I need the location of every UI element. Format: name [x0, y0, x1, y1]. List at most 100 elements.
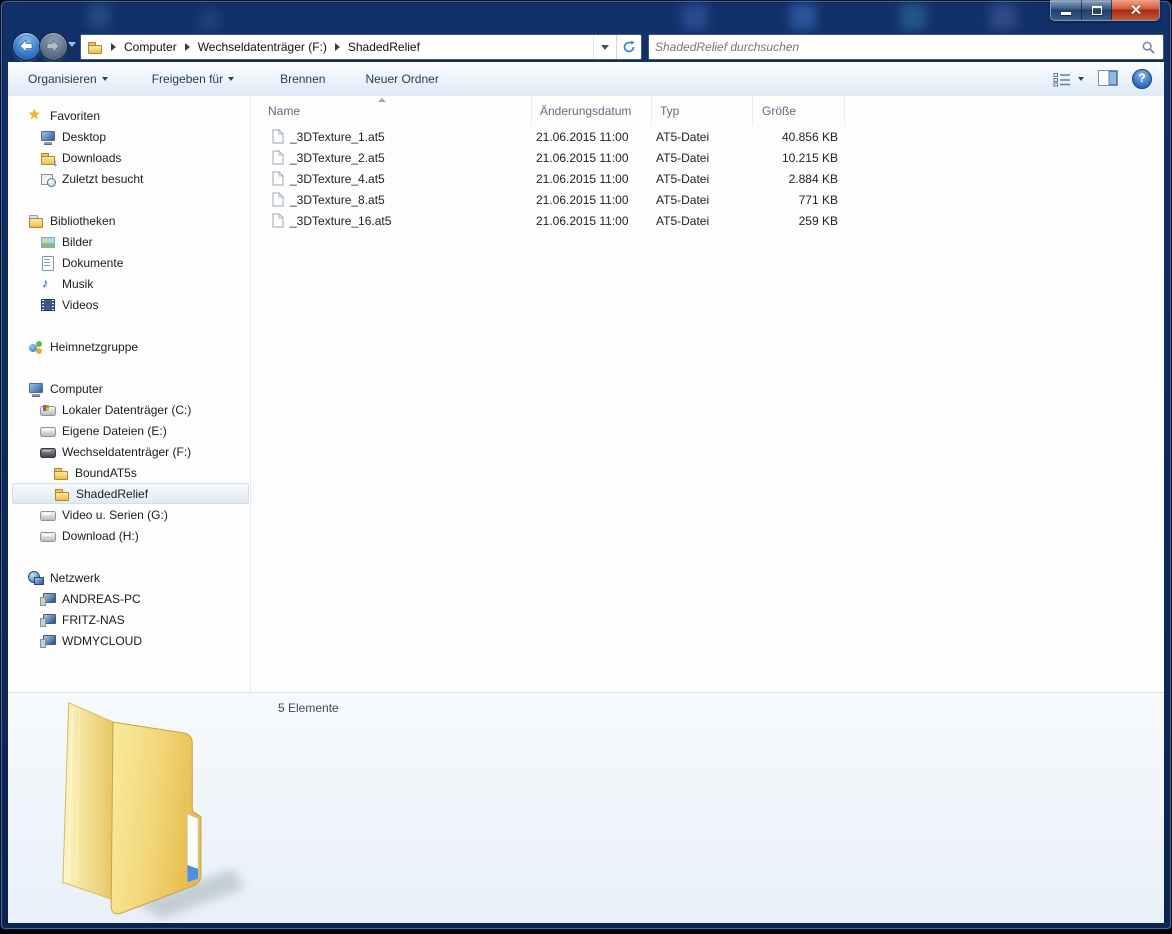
- refresh-icon: [622, 40, 636, 54]
- sidebar-item-drive-g[interactable]: Video u. Serien (G:): [8, 504, 250, 525]
- file-icon: [272, 129, 284, 144]
- sidebar-label: Musik: [62, 277, 93, 291]
- sidebar-item-shadedrelief[interactable]: ShadedRelief: [12, 483, 249, 504]
- network-pc-icon: [40, 591, 56, 607]
- sidebar-item-zuletzt-besucht[interactable]: Zuletzt besucht: [8, 168, 250, 189]
- breadcrumb-item-drive-f[interactable]: Wechseldatenträger (F:): [198, 40, 327, 54]
- minimize-icon: [1061, 12, 1071, 15]
- folder-icon: [54, 486, 70, 502]
- share-label: Freigeben für: [152, 72, 223, 86]
- sidebar-item-boundat5s[interactable]: BoundAT5s: [8, 462, 250, 483]
- sidebar-item-heimnetzgruppe[interactable]: Heimnetzgruppe: [8, 336, 250, 357]
- file-rows: _3DTexture_1.at5 21.06.2015 11:00 AT5-Da…: [252, 126, 1164, 231]
- new-folder-button[interactable]: Neuer Ordner: [357, 68, 446, 90]
- file-name: _3DTexture_2.at5: [290, 151, 385, 165]
- help-button[interactable]: ?: [1132, 69, 1152, 89]
- windows-drive-icon: [40, 402, 56, 418]
- column-header-size[interactable]: Größe: [753, 96, 845, 126]
- glass-reflection: [790, 4, 816, 30]
- file-size: 259 KB: [753, 214, 845, 228]
- column-header-date[interactable]: Änderungsdatum: [532, 96, 652, 126]
- sidebar-item-drive-c[interactable]: Lokaler Datenträger (C:): [8, 399, 250, 420]
- recent-pages-dropdown[interactable]: [68, 42, 76, 47]
- breadcrumb-item-shadedrelief[interactable]: ShadedRelief: [348, 40, 420, 54]
- big-folder-icon: [36, 697, 251, 921]
- file-date: 21.06.2015 11:00: [532, 172, 652, 186]
- sidebar-item-videos[interactable]: Videos: [8, 294, 250, 315]
- window-controls: [1050, 0, 1160, 21]
- address-bar[interactable]: Computer Wechseldatenträger (F:) ShadedR…: [80, 34, 642, 60]
- sidebar-item-musik[interactable]: Musik: [8, 273, 250, 294]
- sidebar-item-wdmycloud[interactable]: WDMYCLOUD: [8, 630, 250, 651]
- minimize-button[interactable]: [1051, 0, 1082, 20]
- network-pc-icon: [40, 612, 56, 628]
- new-folder-label: Neuer Ordner: [365, 72, 438, 86]
- drive-icon: [40, 423, 56, 439]
- sidebar-item-netzwerk[interactable]: Netzwerk: [8, 567, 250, 588]
- documents-icon: [40, 255, 56, 271]
- sidebar-item-desktop[interactable]: Desktop: [8, 126, 250, 147]
- sidebar-item-downloads[interactable]: ↓ Downloads: [8, 147, 250, 168]
- preview-pane-button[interactable]: [1098, 70, 1118, 89]
- sidebar-label: Bibliotheken: [50, 214, 115, 228]
- sidebar-label: Bilder: [62, 235, 93, 249]
- network-icon: [28, 570, 44, 586]
- file-icon: [272, 171, 284, 186]
- chevron-down-icon: [1078, 77, 1084, 81]
- file-row[interactable]: _3DTexture_4.at5 21.06.2015 11:00 AT5-Da…: [252, 168, 1164, 189]
- sidebar-item-favoriten[interactable]: Favoriten: [8, 105, 250, 126]
- sidebar-label: Videos: [62, 298, 98, 312]
- back-button[interactable]: [12, 32, 41, 61]
- explorer-window: Computer Wechseldatenträger (F:) ShadedR…: [0, 0, 1172, 930]
- sidebar-item-computer[interactable]: Computer: [8, 378, 250, 399]
- sidebar-item-bilder[interactable]: Bilder: [8, 231, 250, 252]
- organize-menu-button[interactable]: Organisieren: [20, 68, 116, 90]
- file-icon: [272, 192, 284, 207]
- sidebar-item-fritz-nas[interactable]: FRITZ-NAS: [8, 609, 250, 630]
- file-date: 21.06.2015 11:00: [532, 130, 652, 144]
- sidebar-label: Wechseldatenträger (F:): [62, 445, 191, 459]
- drive-icon: [40, 528, 56, 544]
- file-size: 771 KB: [753, 193, 845, 207]
- file-name: _3DTexture_4.at5: [290, 172, 385, 186]
- sidebar-label: Favoriten: [50, 109, 100, 123]
- sidebar-label: Downloads: [62, 151, 121, 165]
- pictures-icon: [40, 234, 56, 250]
- column-header-type[interactable]: Typ: [652, 96, 753, 126]
- homegroup-icon: [28, 339, 44, 355]
- file-row[interactable]: _3DTexture_16.at5 21.06.2015 11:00 AT5-D…: [252, 210, 1164, 231]
- file-icon: [272, 150, 284, 165]
- details-pane: 5 Elemente: [8, 692, 1164, 923]
- breadcrumb-item-computer[interactable]: Computer: [124, 40, 177, 54]
- column-header-name[interactable]: Name: [252, 96, 532, 126]
- search-input[interactable]: [649, 40, 1142, 54]
- burn-label: Brennen: [280, 72, 325, 86]
- refresh-button[interactable]: [616, 35, 641, 59]
- forward-button[interactable]: [39, 32, 68, 61]
- sidebar-label: Video u. Serien (G:): [62, 508, 168, 522]
- sidebar-item-andreas-pc[interactable]: ANDREAS-PC: [8, 588, 250, 609]
- file-row[interactable]: _3DTexture_2.at5 21.06.2015 11:00 AT5-Da…: [252, 147, 1164, 168]
- sidebar-item-dokumente[interactable]: Dokumente: [8, 252, 250, 273]
- sidebar-label: ShadedRelief: [76, 487, 148, 501]
- address-dropdown-button[interactable]: [593, 35, 616, 59]
- sidebar-item-drive-e[interactable]: Eigene Dateien (E:): [8, 420, 250, 441]
- file-date: 21.06.2015 11:00: [532, 193, 652, 207]
- file-type: AT5-Datei: [652, 151, 753, 165]
- music-icon: [40, 276, 56, 292]
- chevron-down-icon: [601, 45, 609, 50]
- maximize-button[interactable]: [1082, 0, 1112, 20]
- share-menu-button[interactable]: Freigeben für: [144, 68, 242, 90]
- file-row[interactable]: _3DTexture_8.at5 21.06.2015 11:00 AT5-Da…: [252, 189, 1164, 210]
- sidebar-item-drive-f[interactable]: Wechseldatenträger (F:): [8, 441, 250, 462]
- sidebar-item-bibliotheken[interactable]: Bibliotheken: [8, 210, 250, 231]
- search-box: [648, 34, 1164, 60]
- close-button[interactable]: [1112, 0, 1159, 20]
- file-row[interactable]: _3DTexture_1.at5 21.06.2015 11:00 AT5-Da…: [252, 126, 1164, 147]
- chevron-down-icon: [102, 77, 108, 81]
- organize-label: Organisieren: [28, 72, 97, 86]
- file-list: Name Änderungsdatum Typ Größe _3DTexture…: [252, 96, 1164, 692]
- burn-button[interactable]: Brennen: [272, 68, 333, 90]
- sidebar-item-drive-h[interactable]: Download (H:): [8, 525, 250, 546]
- change-view-button[interactable]: [1053, 72, 1084, 87]
